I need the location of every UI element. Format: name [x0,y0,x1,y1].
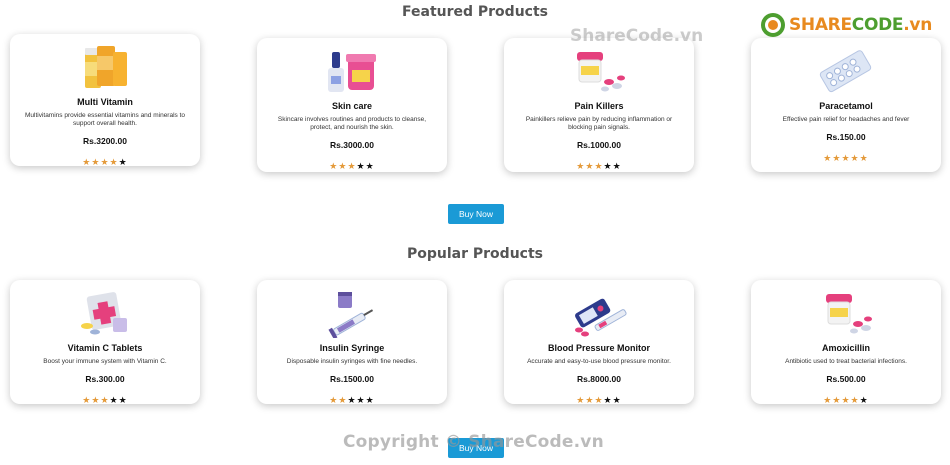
star-filled-icon: ★ [841,153,851,163]
pill-jar-icon [826,294,872,334]
star-filled-icon: ★ [823,153,833,163]
product-card[interactable]: Paracetamol Effective pain relief for he… [751,38,941,172]
star-filled-icon: ★ [594,160,604,171]
star-empty-icon: ★ [603,395,613,405]
star-filled-icon: ★ [576,395,586,405]
product-name: Skin care [331,101,373,111]
syringe-icon [328,292,374,338]
product-name: Amoxicillin [821,343,870,353]
star-rating: ★★★★★ [265,161,439,172]
vitamin-bottles-icon [85,46,127,88]
star-filled-icon: ★ [576,160,586,171]
star-empty-icon: ★ [109,395,119,405]
product-card[interactable]: Multi Vitamin Multivitamins provide esse… [10,34,200,168]
skincare-bottles-icon [328,52,376,92]
product-description: Effective pain relief for headaches and … [782,116,910,123]
popular-products-grid: Vitamin C Tablets Boost your immune syst… [0,280,950,420]
buy-now-button[interactable]: Buy Now [448,204,504,224]
star-filled-icon: ★ [100,156,110,167]
star-filled-icon: ★ [329,160,339,171]
star-rating: ★★★★★ [759,395,933,406]
star-rating: ★★★★★ [265,395,439,406]
star-empty-icon: ★ [603,160,613,171]
product-price: Rs.500.00 [826,374,866,384]
star-rating: ★★★★★ [759,153,933,164]
product-card[interactable]: Vitamin C Tablets Boost your immune syst… [10,280,200,406]
logo-text-code: CODE [851,15,904,35]
blister-pack-icon [819,50,872,93]
product-description: Antibiotic used to treat bacterial infec… [785,358,907,365]
product-description: Skincare involves routines and products … [277,116,427,132]
product-card[interactable]: Amoxicillin Antibiotic used to treat bac… [751,280,941,406]
star-empty-icon: ★ [365,160,375,171]
star-filled-icon: ★ [82,395,92,405]
logo-text-suffix: .vn [903,15,932,35]
star-empty-icon: ★ [612,160,622,171]
watermark-copyright: Copyright © ShareCode.vn [343,432,604,452]
product-name: Pain Killers [574,101,624,111]
popular-products-title: Popular Products [407,246,543,262]
watermark-top: ShareCode.vn [570,26,704,46]
star-filled-icon: ★ [329,395,339,405]
pill-jar-icon [577,52,625,92]
product-price: Rs.3200.00 [83,135,127,146]
product-price: Rs.150.00 [826,132,866,142]
product-description: Accurate and easy-to-use blood pressure … [527,358,671,365]
star-empty-icon: ★ [365,395,375,405]
star-filled-icon: ★ [100,395,110,405]
product-name: Paracetamol [819,101,873,111]
product-price: Rs.8000.00 [577,374,621,384]
star-filled-icon: ★ [859,153,869,163]
sharecode-logo[interactable]: SHARECODE.vn [760,12,932,38]
product-description: Multivitamins provide essential vitamins… [24,112,186,128]
product-name: Multi Vitamin [77,97,133,107]
star-rating: ★★★★★ [18,395,192,406]
product-price: Rs.300.00 [85,374,125,384]
product-price: Rs.1500.00 [330,374,374,384]
product-name: Insulin Syringe [319,343,385,353]
star-empty-icon: ★ [356,395,366,405]
star-empty-icon: ★ [118,156,128,167]
star-rating: ★★★★★ [512,395,686,406]
star-rating: ★★★★★ [512,161,686,172]
first-aid-kit-icon [81,292,127,335]
star-rating: ★★★★★ [18,157,192,168]
glucometer-icon [575,298,627,337]
product-description: Boost your immune system with Vitamin C. [43,358,167,365]
product-description: Painkillers relieve pain by reducing inf… [525,116,673,132]
star-empty-icon: ★ [612,395,622,405]
logo-text-share: SHARE [788,15,852,35]
star-empty-icon: ★ [356,160,366,171]
star-filled-icon: ★ [347,160,357,171]
product-card[interactable]: Pain Killers Painkillers relieve pain by… [504,38,694,172]
featured-products-grid: Multi Vitamin Multivitamins provide esse… [0,34,950,174]
star-filled-icon: ★ [823,395,833,405]
star-empty-icon: ★ [859,395,869,405]
star-filled-icon: ★ [109,156,119,167]
product-name: Vitamin C Tablets [67,343,143,353]
star-filled-icon: ★ [850,395,860,405]
star-filled-icon: ★ [82,156,92,167]
product-price: Rs.1000.00 [577,139,621,150]
star-filled-icon: ★ [850,153,860,163]
star-filled-icon: ★ [594,395,604,405]
product-card[interactable]: Blood Pressure Monitor Accurate and easy… [504,280,694,406]
star-empty-icon: ★ [118,395,128,405]
sharecode-logo-icon [760,13,785,37]
star-empty-icon: ★ [347,395,357,405]
product-card[interactable]: Skin care Skincare involves routines and… [257,38,447,172]
product-price: Rs.3000.00 [330,139,374,150]
product-description: Disposable insulin syringes with fine ne… [286,358,418,365]
product-card[interactable]: Insulin Syringe Disposable insulin syrin… [257,280,447,406]
product-name: Blood Pressure Monitor [547,343,650,353]
star-filled-icon: ★ [841,395,851,405]
